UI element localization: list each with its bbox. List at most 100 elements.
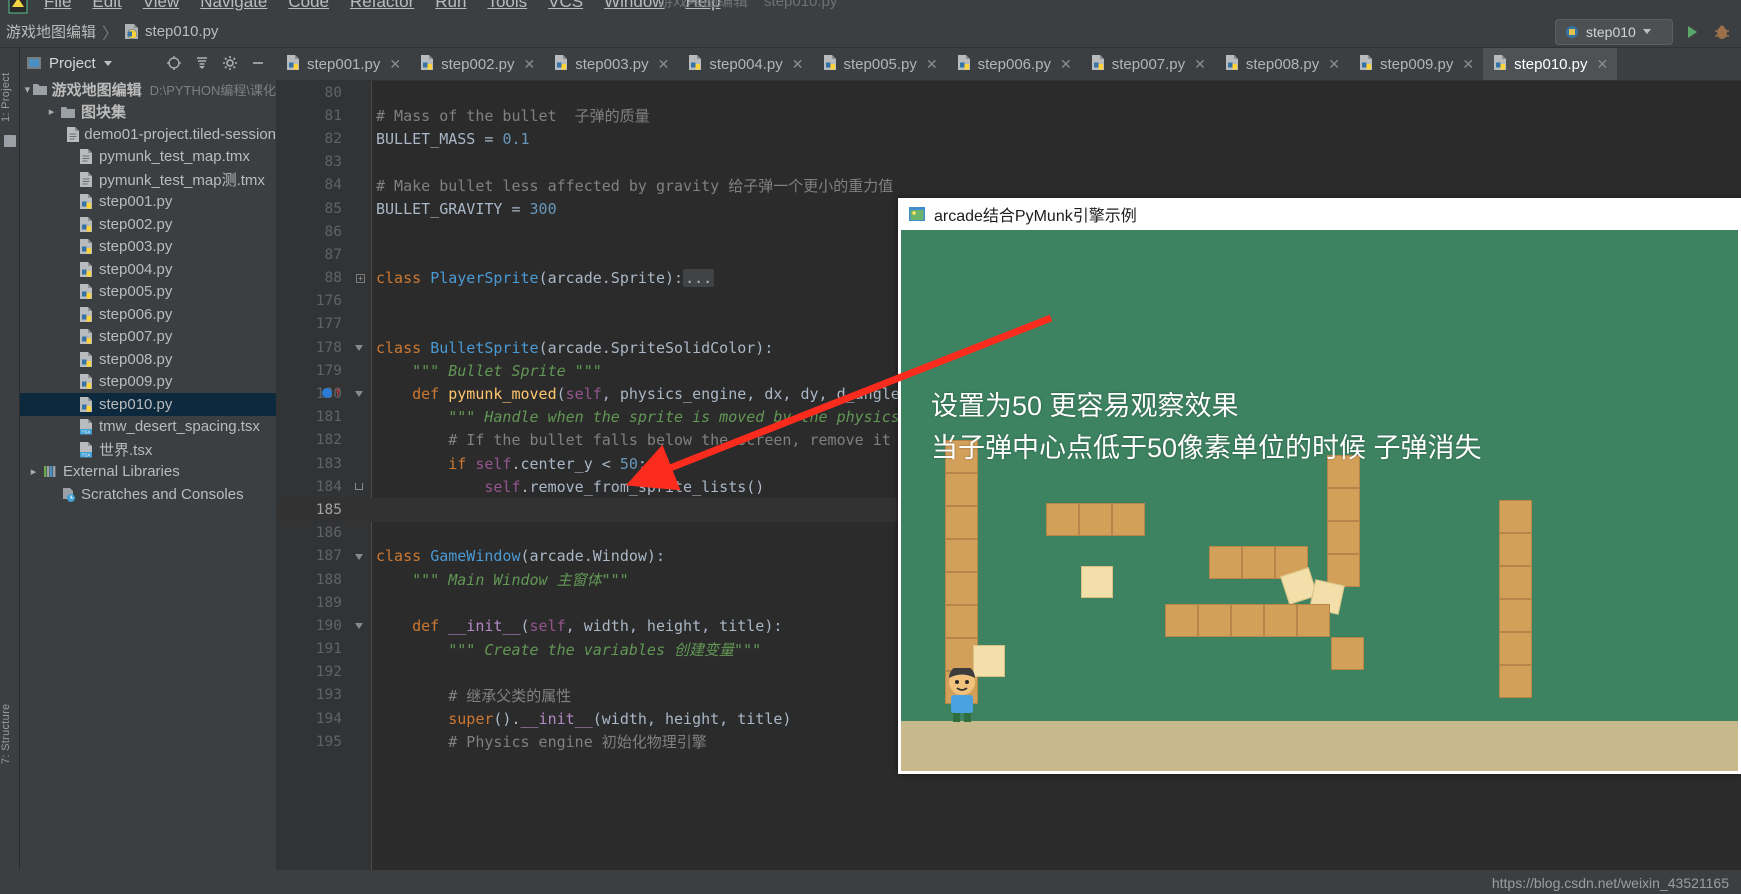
editor-tab-label: step006.py bbox=[977, 56, 1052, 73]
breadcrumb-file[interactable]: step010.py bbox=[124, 23, 218, 40]
tree-item-demo01-project-tiled-session[interactable]: demo01-project.tiled-session bbox=[20, 123, 276, 146]
tree-item-tsx[interactable]: TSX 世界.tsx bbox=[20, 438, 276, 461]
editor-tab-step006-py[interactable]: step006.py ✕ bbox=[947, 48, 1081, 80]
menu-item-edit[interactable]: Edit bbox=[92, 0, 121, 12]
tree-item-pymunk-test-map-tmx[interactable]: pymunk_test_map.tmx bbox=[20, 146, 276, 169]
code-line-81[interactable]: 81 # Mass of the bullet 子弹的质量 bbox=[276, 104, 1741, 127]
code-line-80[interactable]: 80 bbox=[276, 81, 1741, 104]
menu-item-file[interactable]: File bbox=[44, 0, 71, 12]
tree-item-step001-py[interactable]: step001.py bbox=[20, 191, 276, 214]
locate-target-icon[interactable] bbox=[166, 55, 182, 71]
tree-item-step005-py[interactable]: step005.py bbox=[20, 281, 276, 304]
chevron-down-icon[interactable] bbox=[103, 60, 112, 66]
close-icon[interactable]: ✕ bbox=[926, 56, 938, 73]
chevron-right-icon[interactable]: ▸ bbox=[26, 465, 41, 478]
tool-tab-project[interactable]: 1: Project bbox=[0, 56, 20, 122]
editor-tab-label: step005.py bbox=[843, 56, 917, 73]
close-icon[interactable]: ✕ bbox=[1597, 56, 1609, 73]
tree-item-[interactable]: ▾ 游戏地图编辑 D:\PYTHON编程\课化 bbox=[20, 78, 276, 101]
chevron-down-icon bbox=[1642, 29, 1651, 34]
editor-tab-step007-py[interactable]: step007.py ✕ bbox=[1081, 48, 1215, 80]
tree-item-pymunk-test-map-tmx[interactable]: pymunk_test_map测.tmx bbox=[20, 168, 276, 191]
editor-tab-step010-py[interactable]: step010.py ✕ bbox=[1483, 48, 1618, 80]
breadcrumb-project[interactable]: 游戏地图编辑 bbox=[6, 21, 96, 42]
tree-item-step007-py[interactable]: step007.py bbox=[20, 326, 276, 349]
menu-item-navigate[interactable]: Navigate bbox=[200, 0, 267, 12]
python-file-icon bbox=[1091, 55, 1104, 70]
run-line-icon[interactable]: ↑ bbox=[334, 385, 342, 400]
menu-item-vcs[interactable]: VCS bbox=[548, 0, 583, 12]
menu-item-run[interactable]: Run bbox=[435, 0, 466, 12]
code-text: class GameWindow(arcade.Window): bbox=[376, 547, 665, 566]
editor-tab-step004-py[interactable]: step004.py ✕ bbox=[678, 48, 812, 80]
favorites-icon[interactable] bbox=[3, 134, 17, 148]
code-line-84[interactable]: 84 # Make bullet less affected by gravity… bbox=[276, 174, 1741, 197]
close-icon[interactable]: ✕ bbox=[658, 56, 670, 73]
close-icon[interactable]: ✕ bbox=[1060, 56, 1072, 73]
editor-tab-bar[interactable]: step001.py ✕ step002.py ✕ step003.py ✕ step004… bbox=[276, 48, 1741, 81]
fold-expand-icon[interactable]: + bbox=[356, 273, 365, 283]
editor-tab-step008-py[interactable]: step008.py ✕ bbox=[1215, 48, 1349, 80]
menu-item-view[interactable]: View bbox=[143, 0, 180, 12]
editor-horizontal-scrollbar[interactable] bbox=[290, 884, 890, 891]
menu-item-refactor[interactable]: Refactor bbox=[350, 0, 414, 12]
tree-item-step008-py[interactable]: step008.py bbox=[20, 348, 276, 371]
run-button-icon[interactable] bbox=[1681, 21, 1703, 43]
gear-icon[interactable] bbox=[222, 55, 238, 71]
editor-tab-step002-py[interactable]: step002.py ✕ bbox=[410, 48, 544, 80]
editor-tab-label: step007.py bbox=[1111, 56, 1186, 73]
editor-tab-step003-py[interactable]: step003.py ✕ bbox=[544, 48, 678, 80]
tree-item-tmw-desert-spacing-tsx[interactable]: TSX tmw_desert_spacing.tsx bbox=[20, 416, 276, 439]
editor-tab-step005-py[interactable]: step005.py ✕ bbox=[813, 48, 947, 80]
tool-tab-structure[interactable]: 7: Structure bbox=[0, 684, 20, 764]
python-file-icon bbox=[823, 55, 836, 70]
tree-item-label: 世界.tsx bbox=[99, 441, 153, 459]
close-icon[interactable]: ✕ bbox=[524, 56, 536, 73]
chevron-right-icon[interactable]: ▸ bbox=[44, 105, 59, 118]
menu-item-tools[interactable]: Tools bbox=[487, 0, 527, 12]
line-number: 181 bbox=[315, 409, 342, 426]
close-icon[interactable]: ✕ bbox=[389, 56, 401, 73]
code-line-83[interactable]: 83 bbox=[276, 151, 1741, 174]
tree-item-step002-py[interactable]: step002.py bbox=[20, 213, 276, 236]
game-window[interactable]: arcade结合PyMunk引擎示例 设置为50 更容易观察效果 当子弹中心点低… bbox=[898, 198, 1741, 774]
tree-item-step009-py[interactable]: step009.py bbox=[20, 371, 276, 394]
fold-collapse-icon[interactable] bbox=[355, 391, 363, 398]
close-icon[interactable]: ✕ bbox=[792, 56, 804, 73]
tree-item-step006-py[interactable]: step006.py bbox=[20, 303, 276, 326]
game-window-titlebar[interactable]: arcade结合PyMunk引擎示例 bbox=[898, 198, 1741, 230]
collapse-all-icon[interactable] bbox=[194, 55, 210, 71]
editor-tab-step009-py[interactable]: step009.py ✕ bbox=[1349, 48, 1483, 80]
fold-collapse-icon[interactable] bbox=[355, 553, 363, 560]
code-line-82[interactable]: 82 BULLET_MASS = 0.1 bbox=[276, 127, 1741, 150]
line-number: 184 bbox=[315, 478, 342, 495]
python-file-icon bbox=[79, 396, 92, 412]
tsx-file-icon: TSX bbox=[79, 441, 92, 457]
debug-button-icon[interactable] bbox=[1711, 21, 1733, 43]
tree-item-[interactable]: ▸ 图块集 bbox=[20, 101, 276, 124]
fold-collapse-icon[interactable] bbox=[355, 345, 363, 352]
editor-tab-label: step008.py bbox=[1245, 56, 1320, 73]
chevron-down-icon[interactable]: ▾ bbox=[23, 83, 31, 96]
tree-item-step010-py[interactable]: step010.py bbox=[20, 393, 276, 416]
game-canvas[interactable]: 设置为50 更容易观察效果 当子弹中心点低于50像素单位的时候 子弹消失 bbox=[901, 230, 1738, 771]
close-icon[interactable]: ✕ bbox=[1194, 56, 1206, 73]
menu-item-window[interactable]: Window bbox=[604, 0, 664, 12]
code-text: # 继承父类的属性 bbox=[448, 686, 572, 705]
tree-item-scratches-and-consoles[interactable]: Scratches and Consoles bbox=[20, 483, 276, 506]
tree-item-step003-py[interactable]: step003.py bbox=[20, 236, 276, 259]
close-icon[interactable]: ✕ bbox=[1328, 56, 1340, 73]
tree-item-step004-py[interactable]: step004.py bbox=[20, 258, 276, 281]
run-configuration-selector[interactable]: step010 bbox=[1555, 18, 1673, 45]
brick-sprite bbox=[945, 506, 978, 539]
breadcrumb-file-label: step010.py bbox=[145, 23, 219, 40]
fold-region-end-icon[interactable] bbox=[355, 483, 363, 491]
menu-item-code[interactable]: Code bbox=[288, 0, 329, 12]
project-tree[interactable]: ▾ 游戏地图编辑 D:\PYTHON编程\课化 ▸ 图块集 demo01-project.… bbox=[20, 78, 276, 872]
project-panel: Project ▾ 游戏地图编辑 D:\PYTHON编程\课化 ▸ 图块集 de… bbox=[20, 48, 276, 894]
minimize-icon[interactable] bbox=[250, 55, 266, 71]
editor-tab-step001-py[interactable]: step001.py ✕ bbox=[276, 48, 410, 80]
close-icon[interactable]: ✕ bbox=[1462, 56, 1474, 73]
tree-item-external-libraries[interactable]: ▸ External Libraries bbox=[20, 461, 276, 484]
fold-collapse-icon[interactable] bbox=[355, 623, 363, 630]
